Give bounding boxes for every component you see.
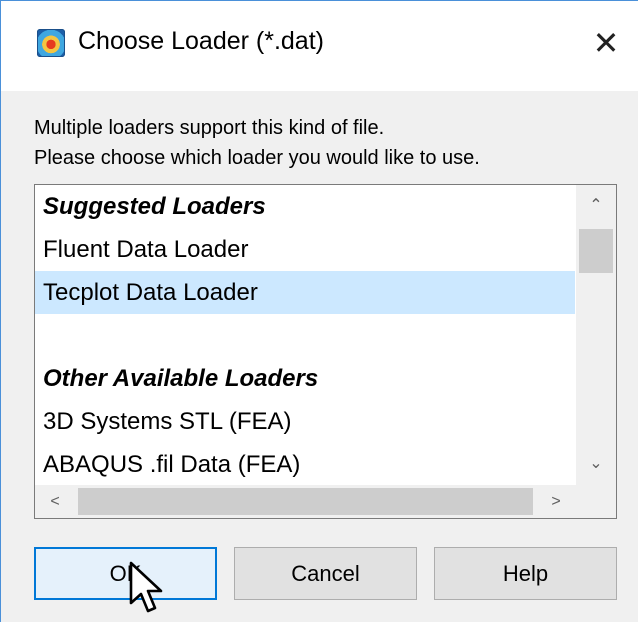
ok-button[interactable]: OK xyxy=(34,547,217,600)
vertical-scroll-thumb[interactable] xyxy=(579,229,613,273)
list-header-suggested-loaders: Suggested Loaders xyxy=(43,193,266,220)
instructions-line-1: Multiple loaders support this kind of fi… xyxy=(34,117,385,139)
cancel-button[interactable]: Cancel xyxy=(234,547,417,600)
instructions-text: Multiple loaders support this kind of fi… xyxy=(34,113,480,173)
choose-loader-dialog: Choose Loader (*.dat) ✕ Multiple loaders… xyxy=(0,0,638,622)
list-header-other-available-loaders: Other Available Loaders xyxy=(43,365,319,392)
title-bar[interactable]: Choose Loader (*.dat) ✕ xyxy=(1,1,638,91)
horizontal-scroll-thumb[interactable] xyxy=(78,488,533,515)
close-button[interactable]: ✕ xyxy=(582,19,630,67)
instructions-line-2: Please choose which loader you would lik… xyxy=(34,147,480,169)
loader-listbox[interactable]: Suggested Loaders Fluent Data Loader Tecpl… xyxy=(34,184,617,519)
scroll-down-icon[interactable]: ⌄ xyxy=(576,443,616,483)
scroll-left-icon[interactable]: < xyxy=(35,485,75,518)
window-title: Choose Loader (*.dat) xyxy=(78,27,324,55)
scroll-up-icon[interactable]: ⌃ xyxy=(576,185,616,225)
list-item-3d-systems-stl-fea[interactable]: 3D Systems STL (FEA) xyxy=(35,400,575,443)
help-button[interactable]: Help xyxy=(434,547,617,600)
horizontal-scrollbar[interactable]: < > xyxy=(35,485,576,518)
loader-list: Suggested Loaders Fluent Data Loader Tecpl… xyxy=(35,185,575,485)
list-item-abaqus-fil-data-fea[interactable]: ABAQUS .fil Data (FEA) xyxy=(35,443,575,485)
list-item-tecplot-data-loader[interactable]: Tecplot Data Loader xyxy=(35,271,575,314)
app-logo-icon xyxy=(37,29,65,57)
scroll-right-icon[interactable]: > xyxy=(536,485,576,518)
mouse-pointer-icon xyxy=(129,561,163,613)
list-item-fluent-data-loader[interactable]: Fluent Data Loader xyxy=(35,228,575,271)
vertical-scrollbar[interactable]: ⌃ ⌄ xyxy=(576,185,616,485)
scrollbar-corner xyxy=(576,485,616,518)
